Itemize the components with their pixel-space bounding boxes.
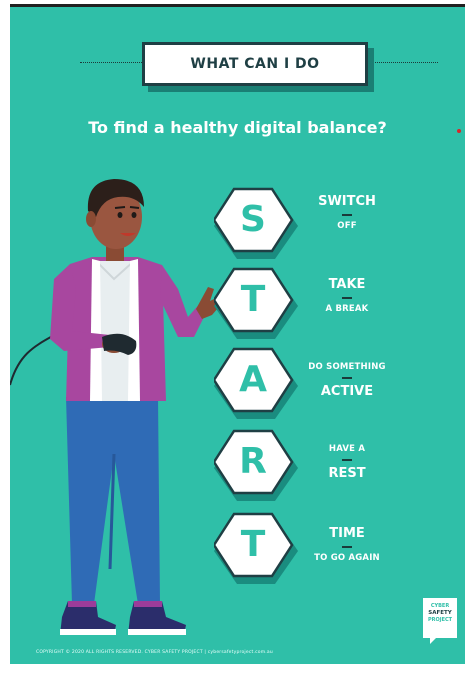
dotted-line-right	[368, 62, 438, 63]
hexagon-letter: A	[239, 359, 267, 400]
step-subtext: OFF	[337, 221, 357, 231]
step-text-2: TAKE A BREAK	[287, 277, 407, 314]
poster-subtitle: To find a healthy digital balance?	[88, 118, 387, 137]
dash-divider	[342, 377, 352, 379]
dash-divider	[342, 297, 352, 299]
person-illustration	[10, 179, 224, 635]
dash-divider	[342, 546, 352, 548]
hexagon-letter: R	[239, 441, 267, 482]
dash-divider	[342, 459, 352, 461]
dash-divider	[342, 214, 352, 216]
poster-title: WHAT CAN I DO	[142, 42, 368, 86]
cyber-safety-project-logo: CYBER SAFETY PROJECT	[423, 598, 457, 638]
hexagon-letter: S	[240, 199, 266, 240]
step-heading: TIME	[329, 526, 365, 541]
hexagon-t2: T	[214, 512, 298, 584]
step-heading: TAKE	[328, 277, 366, 292]
step-subtext: HAVE A	[328, 444, 366, 454]
logo-line-1: CYBER	[430, 603, 450, 609]
copyright-footer: COPYRIGHT © 2020 ALL RIGHTS RESERVED. CY…	[36, 650, 273, 655]
hexagon-t: T	[214, 267, 298, 339]
hexagon-s: S	[214, 187, 298, 259]
hexagon-a: A	[214, 347, 298, 419]
step-heading: SWITCH	[318, 194, 376, 209]
dotted-line-left	[80, 62, 150, 63]
step-subtext: A BREAK	[325, 304, 369, 314]
step-heading: REST	[328, 466, 366, 481]
logo-line-2: SAFETY	[428, 610, 452, 616]
step-heading: ACTIVE	[320, 384, 374, 399]
poster: WHAT CAN I DO To find a healthy digital …	[10, 4, 465, 664]
title-banner: WHAT CAN I DO	[10, 42, 465, 92]
step-text-1: SWITCH OFF	[287, 194, 407, 231]
step-text-4: HAVE A REST	[287, 444, 407, 481]
step-subtext: TO GO AGAIN	[314, 553, 380, 563]
step-subtext: DO SOMETHING	[308, 362, 386, 372]
logo-speech-tail	[430, 638, 436, 644]
red-dot	[457, 129, 461, 133]
hexagon-r: R	[214, 429, 298, 501]
step-text-5: TIME TO GO AGAIN	[287, 526, 407, 563]
top-border	[10, 4, 465, 7]
step-text-3: DO SOMETHING ACTIVE	[287, 362, 407, 399]
hexagon-letter: T	[240, 279, 266, 320]
hexagon-letter: T	[240, 524, 266, 565]
logo-line-3: PROJECT	[427, 617, 453, 623]
